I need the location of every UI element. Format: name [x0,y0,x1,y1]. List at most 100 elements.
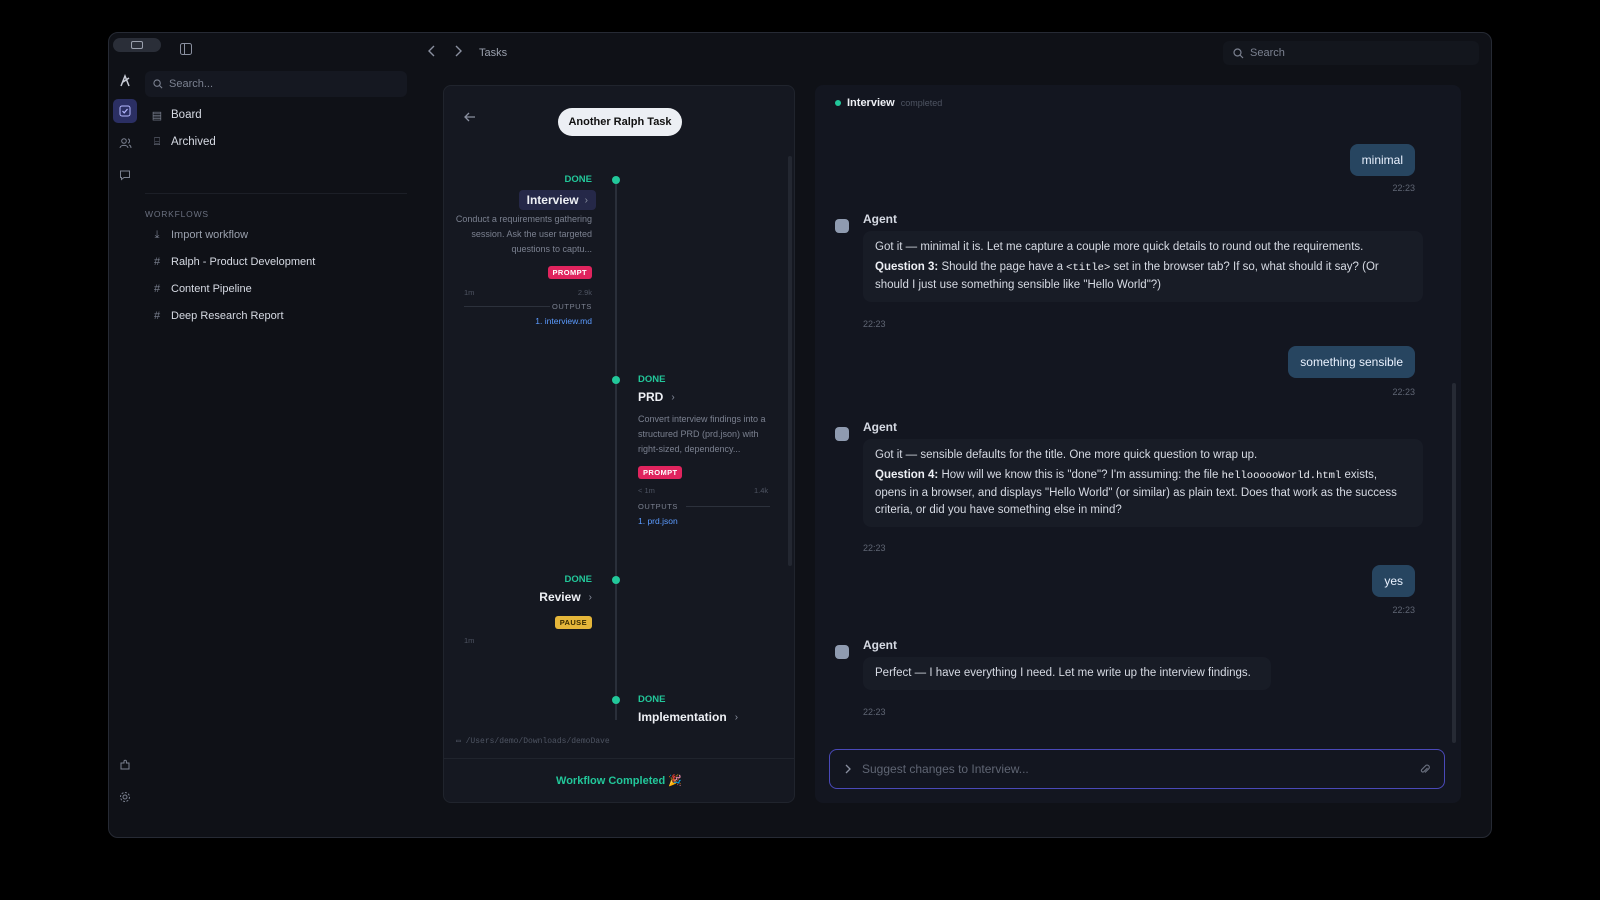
question-text: Should the page have a [941,261,1063,273]
workflow-deep-research-report[interactable]: # Deep Research Report [145,305,284,327]
search-icon [1233,47,1244,59]
stage-status-dot [612,576,620,584]
breadcrumb: Tasks [479,47,508,59]
workflow-panel: Another Ralph Task DONE Interview › Cond… [443,85,795,803]
agent-name: Agent [863,420,897,434]
agent-message-text: Got it — minimal it is. Let me capture a… [875,241,1364,253]
stage-title: Review [539,590,581,604]
workflow-completed-status: Workflow Completed 🎉 [556,775,682,787]
stage-title: Interview [526,193,579,207]
stage-status: DONE [638,694,666,705]
workflow-scrollbar[interactable] [788,156,792,566]
paperclip-icon[interactable] [1420,763,1430,775]
users-icon [119,138,131,149]
agent-name: Agent [863,638,897,652]
tasks-nav-button[interactable] [113,99,137,123]
agent-avatar-icon [835,645,849,659]
prompt-badge: PROMPT [547,266,592,279]
chat-stage-status: completed [900,98,943,108]
working-directory-path: /Users/demo/Downloads/demoDave [465,737,610,746]
board-icon: ▤ [151,109,163,122]
settings-nav-button[interactable] [113,785,137,809]
pause-badge: PAUSE [554,616,592,629]
sidebar-search-input[interactable]: Search... [145,71,407,97]
outputs-divider [686,506,770,507]
agent-avatar-icon [835,219,849,233]
message-time: 22:23 [863,319,886,329]
sidebar-toggle-icon[interactable] [179,42,193,56]
message-time: 22:23 [1392,387,1415,397]
sidebar-search-placeholder: Search... [169,78,214,90]
stage-interview-button[interactable]: Interview › [518,190,596,210]
agent-message: Got it — minimal it is. Let me capture a… [863,231,1423,302]
chevron-right-icon: › [734,711,739,723]
workflow-label: Deep Research Report [171,310,284,322]
suggest-changes-input[interactable] [862,762,1402,776]
user-message: minimal [1349,144,1415,176]
outputs-label: OUTPUTS [551,302,592,311]
sidebar-item-board[interactable]: ▤ Board [145,104,202,126]
stage-size: 2.9k [577,288,592,297]
chat-scrollbar[interactable] [1452,383,1456,743]
stage-implementation-button[interactable]: Implementation › [638,710,738,724]
status-dot [835,100,841,106]
message-time: 22:23 [863,543,886,553]
stage-size: 1.4k [754,486,769,495]
title-bar: Tasks Search [109,33,1491,71]
sidebar-item-label: Archived [171,136,216,148]
plugins-nav-button[interactable] [113,753,137,777]
stage-title: PRD [638,390,664,404]
agent-question: Question 4: How will we know this is "do… [875,467,1411,519]
stage-prd-button[interactable]: PRD › [638,390,675,404]
question-label: Question 3: [875,261,939,273]
workflow-label: Content Pipeline [171,283,252,295]
question-code: <title> [1066,262,1111,274]
global-search-input[interactable]: Search [1223,41,1479,65]
messages-nav-button[interactable] [113,163,137,187]
back-arrow-icon[interactable] [464,112,476,122]
workflow-import[interactable]: ⤓ Import workflow [145,224,248,246]
forward-nav-icon[interactable] [453,45,463,57]
user-message: something sensible [1288,346,1415,378]
workflow-ralph-product-development[interactable]: # Ralph - Product Development [145,251,315,273]
stage-duration: 1m [464,636,475,645]
search-icon [153,79,163,89]
agent-message: Got it — sensible defaults for the title… [863,439,1423,527]
workflow-content-pipeline[interactable]: # Content Pipeline [145,278,252,300]
stage-status: DONE [638,374,666,385]
chevron-right-icon: › [588,591,592,603]
agent-message: Perfect — I have everything I need. Let … [863,657,1271,690]
chat-header: Interview completed [835,97,942,109]
outputs-label: OUTPUTS [638,502,679,511]
back-nav-icon[interactable] [427,45,437,57]
folder-icon: ▭ [456,737,466,746]
sidebar-item-archived[interactable]: ⌸ Archived [145,131,216,153]
users-nav-button[interactable] [113,131,137,155]
gear-icon [120,792,130,802]
task-name-pill[interactable]: Another Ralph Task [558,108,682,136]
sidebar-item-label: Board [171,109,202,121]
question-code: helloooooWorld.html [1221,470,1342,482]
chevron-right-icon: › [671,391,675,403]
stage-duration: 1m [464,288,475,297]
stage-status-dot [612,376,620,384]
stage-description: Conduct a requirements gathering session… [455,214,592,254]
hash-icon: # [153,283,161,295]
output-file-link[interactable]: 1. prd.json [638,516,678,526]
user-message: yes [1372,565,1415,597]
output-file-link[interactable]: 1. interview.md [535,316,592,326]
stage-status-dot [612,176,620,184]
stage-status-dot [612,696,620,704]
path-divider [444,758,794,759]
agent-message-text: Got it — sensible defaults for the title… [875,449,1258,461]
stage-review-button[interactable]: Review › [539,590,592,604]
chat-icon [120,170,130,181]
suggest-changes-input-box[interactable] [829,749,1445,789]
outputs-divider [464,306,550,307]
question-label: Question 4: [875,469,939,481]
stage-status: DONE [564,174,592,185]
prompt-badge: PROMPT [638,466,683,479]
hash-icon: # [153,310,161,322]
working-directory: ▭ /Users/demo/Downloads/demoDave [456,736,610,746]
timeline-line [615,180,617,720]
